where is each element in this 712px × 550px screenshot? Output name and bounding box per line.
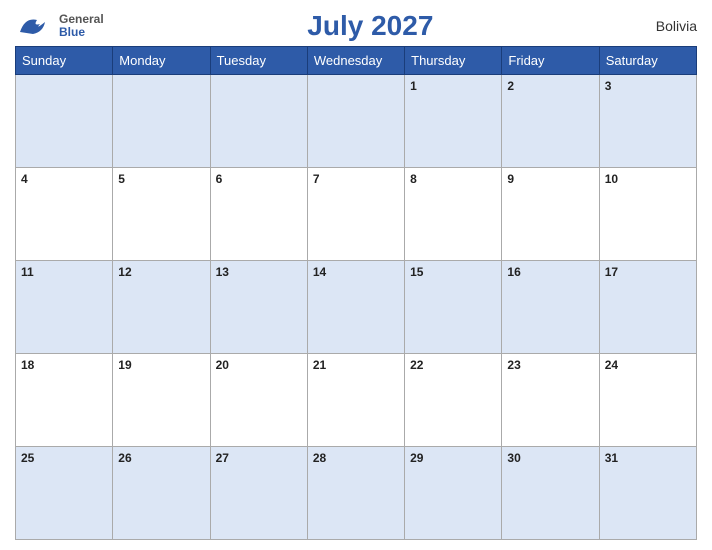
weekday-sunday: Sunday xyxy=(16,47,113,75)
weekday-friday: Friday xyxy=(502,47,599,75)
country-label: Bolivia xyxy=(637,18,697,34)
day-number: 3 xyxy=(605,79,612,93)
calendar-day: 24 xyxy=(599,354,696,447)
day-number: 12 xyxy=(118,265,131,279)
logo: General Blue xyxy=(15,12,104,40)
calendar-day: 30 xyxy=(502,447,599,540)
day-number: 13 xyxy=(216,265,229,279)
calendar-table: SundayMondayTuesdayWednesdayThursdayFrid… xyxy=(15,46,697,540)
calendar-day: 9 xyxy=(502,168,599,261)
day-number: 7 xyxy=(313,172,320,186)
day-number: 30 xyxy=(507,451,520,465)
calendar-day: 19 xyxy=(113,354,210,447)
calendar-day: 31 xyxy=(599,447,696,540)
day-number: 31 xyxy=(605,451,618,465)
calendar-day: 21 xyxy=(307,354,404,447)
calendar-day: 5 xyxy=(113,168,210,261)
calendar-day xyxy=(113,75,210,168)
logo-blue: Blue xyxy=(59,26,104,39)
calendar-day: 16 xyxy=(502,261,599,354)
day-number: 27 xyxy=(216,451,229,465)
weekday-wednesday: Wednesday xyxy=(307,47,404,75)
week-row-5: 25 26 27 28 29 30 31 xyxy=(16,447,697,540)
calendar-day: 14 xyxy=(307,261,404,354)
day-number: 25 xyxy=(21,451,34,465)
calendar-day: 2 xyxy=(502,75,599,168)
calendar-day: 1 xyxy=(405,75,502,168)
calendar-day: 29 xyxy=(405,447,502,540)
calendar-day: 27 xyxy=(210,447,307,540)
day-number: 2 xyxy=(507,79,514,93)
calendar-day: 12 xyxy=(113,261,210,354)
day-number: 14 xyxy=(313,265,326,279)
calendar-title: July 2027 xyxy=(104,10,637,42)
day-number: 24 xyxy=(605,358,618,372)
calendar-day: 7 xyxy=(307,168,404,261)
calendar-day: 15 xyxy=(405,261,502,354)
day-number: 26 xyxy=(118,451,131,465)
logo-text: General Blue xyxy=(59,13,104,39)
calendar-day: 22 xyxy=(405,354,502,447)
day-number: 19 xyxy=(118,358,131,372)
day-number: 29 xyxy=(410,451,423,465)
calendar-day: 8 xyxy=(405,168,502,261)
calendar-day xyxy=(16,75,113,168)
weekday-header-row: SundayMondayTuesdayWednesdayThursdayFrid… xyxy=(16,47,697,75)
calendar-day xyxy=(307,75,404,168)
day-number: 20 xyxy=(216,358,229,372)
week-row-1: 1 2 3 xyxy=(16,75,697,168)
calendar-day: 13 xyxy=(210,261,307,354)
calendar-day xyxy=(210,75,307,168)
day-number: 18 xyxy=(21,358,34,372)
weekday-saturday: Saturday xyxy=(599,47,696,75)
weekday-monday: Monday xyxy=(113,47,210,75)
day-number: 6 xyxy=(216,172,223,186)
day-number: 5 xyxy=(118,172,125,186)
day-number: 16 xyxy=(507,265,520,279)
day-number: 22 xyxy=(410,358,423,372)
calendar-day: 4 xyxy=(16,168,113,261)
week-row-4: 18 19 20 21 22 23 24 xyxy=(16,354,697,447)
calendar-day: 10 xyxy=(599,168,696,261)
day-number: 11 xyxy=(21,265,34,279)
calendar-day: 3 xyxy=(599,75,696,168)
calendar-day: 23 xyxy=(502,354,599,447)
weekday-tuesday: Tuesday xyxy=(210,47,307,75)
calendar-day: 17 xyxy=(599,261,696,354)
calendar-day: 6 xyxy=(210,168,307,261)
day-number: 21 xyxy=(313,358,326,372)
calendar-day: 18 xyxy=(16,354,113,447)
week-row-2: 4 5 6 7 8 9 10 xyxy=(16,168,697,261)
calendar-day: 28 xyxy=(307,447,404,540)
day-number: 4 xyxy=(21,172,28,186)
day-number: 1 xyxy=(410,79,417,93)
calendar-header: General Blue July 2027 Bolivia xyxy=(15,10,697,42)
calendar-day: 11 xyxy=(16,261,113,354)
week-row-3: 11 12 13 14 15 16 17 xyxy=(16,261,697,354)
day-number: 23 xyxy=(507,358,520,372)
logo-icon xyxy=(15,12,55,40)
day-number: 17 xyxy=(605,265,618,279)
day-number: 8 xyxy=(410,172,417,186)
day-number: 9 xyxy=(507,172,514,186)
weekday-thursday: Thursday xyxy=(405,47,502,75)
calendar-day: 20 xyxy=(210,354,307,447)
day-number: 28 xyxy=(313,451,326,465)
calendar-day: 25 xyxy=(16,447,113,540)
day-number: 10 xyxy=(605,172,618,186)
day-number: 15 xyxy=(410,265,423,279)
calendar-day: 26 xyxy=(113,447,210,540)
